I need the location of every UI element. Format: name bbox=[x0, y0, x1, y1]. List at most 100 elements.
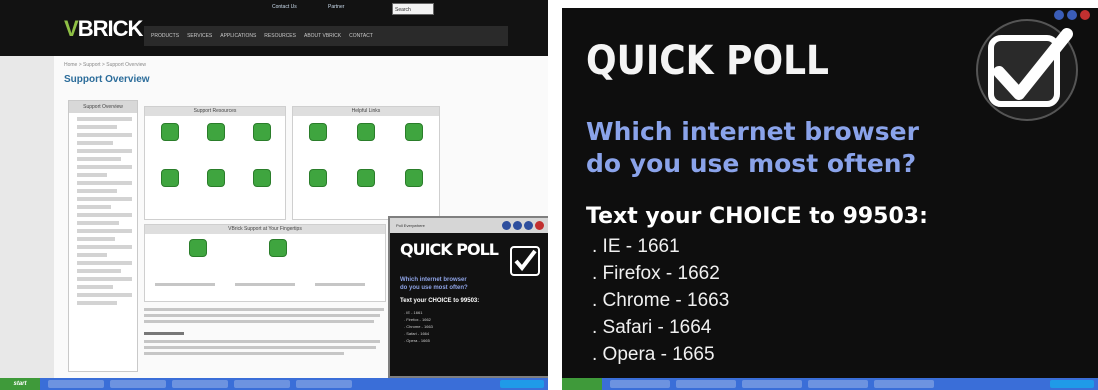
site-search-input[interactable]: Search bbox=[392, 3, 434, 15]
nav-item-about[interactable]: ABOUT VBRICK bbox=[301, 33, 344, 39]
system-tray[interactable] bbox=[1050, 380, 1094, 388]
fingertips-link[interactable] bbox=[253, 239, 303, 257]
sidebar-link[interactable] bbox=[77, 269, 121, 273]
sidebar-link[interactable] bbox=[77, 293, 132, 297]
link-icon bbox=[357, 169, 375, 187]
sidebar-link[interactable] bbox=[77, 301, 117, 305]
close-icon[interactable] bbox=[1080, 10, 1090, 20]
taskbar-button[interactable] bbox=[676, 380, 736, 388]
link-icon bbox=[405, 169, 423, 187]
website-screenshot: VBRICK Contact Us Partner Search PRODUCT… bbox=[0, 0, 548, 390]
sidebar-link[interactable] bbox=[77, 133, 132, 137]
sidebar-link[interactable] bbox=[77, 253, 107, 257]
taskbar-button[interactable] bbox=[234, 380, 290, 388]
helpful-link[interactable] bbox=[389, 169, 439, 187]
nav-item-applications[interactable]: APPLICATIONS bbox=[217, 33, 259, 39]
resource-link[interactable] bbox=[145, 169, 195, 187]
resource-link[interactable] bbox=[145, 123, 195, 141]
helpful-links-box: Helpful Links bbox=[292, 106, 440, 220]
sidebar-title: Support Overview bbox=[69, 101, 137, 113]
taskbar-button[interactable] bbox=[874, 380, 934, 388]
sidebar-link[interactable] bbox=[77, 149, 132, 153]
sidebar-link[interactable] bbox=[77, 261, 132, 265]
resource-link[interactable] bbox=[237, 123, 287, 141]
taskbar-button[interactable] bbox=[296, 380, 352, 388]
link-icon bbox=[189, 239, 207, 257]
poll-option: . IE - 1661 bbox=[404, 310, 423, 315]
link-icon bbox=[309, 169, 327, 187]
poll-instruction: Text your CHOICE to 99503: bbox=[400, 298, 480, 304]
box-title: Helpful Links bbox=[293, 107, 439, 116]
helpful-link[interactable] bbox=[293, 169, 343, 187]
poll-instruction: Text your CHOICE to 99503: bbox=[586, 204, 928, 229]
start-button[interactable]: start bbox=[0, 378, 40, 390]
poll-titlebar[interactable]: Poll Everywhere bbox=[390, 218, 548, 233]
taskbar-button[interactable] bbox=[172, 380, 228, 388]
text-line bbox=[144, 332, 184, 335]
box-title: VBrick Support at Your Fingertips bbox=[145, 225, 385, 234]
resource-icon bbox=[207, 123, 225, 141]
taskbar-button[interactable] bbox=[110, 380, 166, 388]
sidebar-link[interactable] bbox=[77, 237, 115, 241]
settings-icon[interactable] bbox=[513, 221, 522, 230]
nav-item-resources[interactable]: RESOURCES bbox=[261, 33, 299, 39]
resource-link[interactable] bbox=[237, 169, 287, 187]
taskbar-button[interactable] bbox=[48, 380, 104, 388]
fingertips-link[interactable] bbox=[173, 239, 223, 257]
resource-icon bbox=[253, 169, 271, 187]
sidebar-link[interactable] bbox=[77, 285, 113, 289]
sidebar-link[interactable] bbox=[77, 157, 121, 161]
vbrick-logo[interactable]: VBRICK bbox=[64, 16, 143, 42]
poll-window-small[interactable]: Poll Everywhere QUICK POLL Which interne… bbox=[388, 216, 548, 378]
support-resources-box: Support Resources bbox=[144, 106, 286, 220]
sidebar-link[interactable] bbox=[77, 197, 132, 201]
breadcrumb[interactable]: Home > Support > Support Overview bbox=[64, 62, 146, 68]
resource-icon bbox=[207, 169, 225, 187]
text-line bbox=[155, 283, 215, 286]
nav-item-products[interactable]: PRODUCTS bbox=[148, 33, 182, 39]
sidebar-link[interactable] bbox=[77, 141, 113, 145]
poll-option-firefox: . Firefox - 1662 bbox=[592, 263, 720, 284]
main-nav: PRODUCTS SERVICES APPLICATIONS RESOURCES… bbox=[144, 26, 508, 46]
helpful-link[interactable] bbox=[341, 169, 391, 187]
taskbar-button[interactable] bbox=[610, 380, 670, 388]
sidebar-link[interactable] bbox=[77, 189, 117, 193]
page-title: Support Overview bbox=[64, 74, 150, 85]
nav-item-contact[interactable]: CONTACT bbox=[346, 33, 376, 39]
text-line bbox=[144, 314, 380, 317]
checkmark-icon bbox=[975, 18, 1079, 122]
taskbar-button[interactable] bbox=[808, 380, 868, 388]
sidebar-link[interactable] bbox=[77, 173, 107, 177]
poll-option: . Safari - 1664 bbox=[404, 331, 430, 336]
sidebar-link[interactable] bbox=[77, 221, 119, 225]
sidebar-link[interactable] bbox=[77, 117, 132, 121]
resource-link[interactable] bbox=[191, 169, 241, 187]
text-line bbox=[315, 283, 365, 286]
sidebar-nav: Support Overview bbox=[68, 100, 138, 372]
start-button[interactable] bbox=[562, 378, 602, 390]
poll-question: Which internet browser do you use most o… bbox=[400, 277, 468, 291]
poll-question: Which internet browser do you use most o… bbox=[586, 117, 919, 178]
close-icon[interactable] bbox=[535, 221, 544, 230]
taskbar-button[interactable] bbox=[742, 380, 802, 388]
sidebar-link[interactable] bbox=[77, 205, 111, 209]
sidebar-link[interactable] bbox=[77, 213, 132, 217]
sidebar-link[interactable] bbox=[77, 181, 132, 185]
poll-window-large[interactable]: QUICK POLL Which internet browser do you… bbox=[562, 8, 1098, 378]
nav-item-services[interactable]: SERVICES bbox=[184, 33, 215, 39]
sidebar-link[interactable] bbox=[77, 229, 132, 233]
resource-link[interactable] bbox=[191, 123, 241, 141]
sidebar-link[interactable] bbox=[77, 277, 132, 281]
sidebar-link[interactable] bbox=[77, 125, 117, 129]
sidebar-link[interactable] bbox=[77, 165, 132, 169]
top-link-contact[interactable]: Contact Us bbox=[272, 4, 297, 10]
top-link-partner[interactable]: Partner bbox=[328, 4, 344, 10]
minimize-icon[interactable] bbox=[524, 221, 533, 230]
sidebar-link[interactable] bbox=[77, 245, 132, 249]
system-tray[interactable] bbox=[500, 380, 544, 388]
info-icon[interactable] bbox=[502, 221, 511, 230]
helpful-link[interactable] bbox=[293, 123, 343, 141]
helpful-link[interactable] bbox=[389, 123, 439, 141]
poll-option-chrome: . Chrome - 1663 bbox=[592, 290, 730, 311]
helpful-link[interactable] bbox=[341, 123, 391, 141]
